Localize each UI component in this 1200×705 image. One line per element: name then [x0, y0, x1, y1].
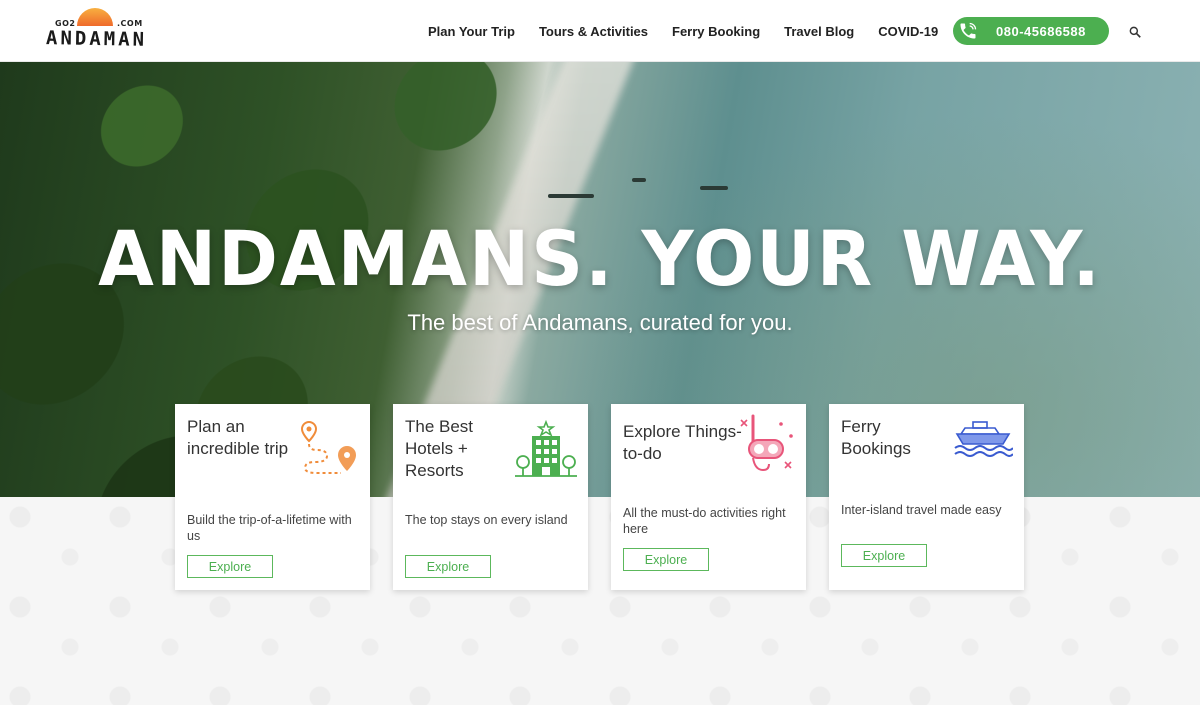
main-nav: Plan Your Trip Tours & Activities Ferry …: [428, 0, 962, 62]
logo-word: ANDAMAN: [45, 27, 148, 51]
logo-sun-icon: [77, 8, 113, 26]
card-title: The Best Hotels + Resorts: [405, 417, 474, 480]
card-title: Plan an incredible trip: [187, 417, 289, 458]
card-description: Inter-island travel made easy: [841, 503, 1002, 517]
snorkel-icon: [733, 414, 797, 478]
hotel-icon: [515, 419, 577, 484]
card-description: Build the trip-of-a-lifetime with us: [187, 513, 352, 543]
boat-image: [548, 194, 594, 198]
card-hotels[interactable]: The Best Hotels + Resorts The top stays …: [393, 404, 588, 590]
card-things-to-do[interactable]: Explore Things-to-do All the must-do act…: [611, 404, 806, 590]
site-logo[interactable]: GO2 .COM ANDAMAN: [44, 6, 154, 54]
phone-icon: [955, 18, 981, 44]
explore-button[interactable]: Explore: [187, 555, 273, 578]
explore-button[interactable]: Explore: [841, 544, 927, 567]
nav-ferry-booking[interactable]: Ferry Booking: [672, 24, 760, 39]
nav-covid-19[interactable]: COVID-19: [878, 24, 938, 39]
phone-number: 080-45686588: [996, 23, 1086, 39]
nav-tours-activities[interactable]: Tours & Activities: [539, 24, 648, 39]
search-icon[interactable]: [1128, 24, 1144, 40]
explore-button[interactable]: Explore: [623, 548, 709, 571]
card-title: Ferry Bookings: [841, 417, 911, 458]
card-description: All the must-do activities right here: [623, 506, 786, 536]
site-header: GO2 .COM ANDAMAN Plan Your Trip Tours & …: [0, 0, 1200, 62]
card-plan-trip[interactable]: Plan an incredible trip Build the trip-o…: [175, 404, 370, 590]
boat-image: [700, 186, 728, 190]
explore-button[interactable]: Explore: [405, 555, 491, 578]
card-ferry[interactable]: Ferry Bookings Inter-island travel made …: [829, 404, 1024, 590]
ferry-icon: [953, 418, 1014, 462]
call-button[interactable]: 080-45686588: [953, 17, 1109, 45]
nav-plan-your-trip[interactable]: Plan Your Trip: [428, 24, 515, 39]
card-title: Explore Things-to-do: [623, 422, 742, 463]
logo-suffix: .COM: [117, 19, 143, 28]
hero-title: ANDAMANS. YOUR WAY.: [98, 214, 1102, 304]
nav-travel-blog[interactable]: Travel Blog: [784, 24, 854, 39]
map-route-icon: [295, 418, 361, 484]
card-description: The top stays on every island: [405, 513, 568, 527]
hero-subtitle: The best of Andamans, curated for you.: [407, 310, 793, 335]
boat-image: [632, 178, 646, 182]
